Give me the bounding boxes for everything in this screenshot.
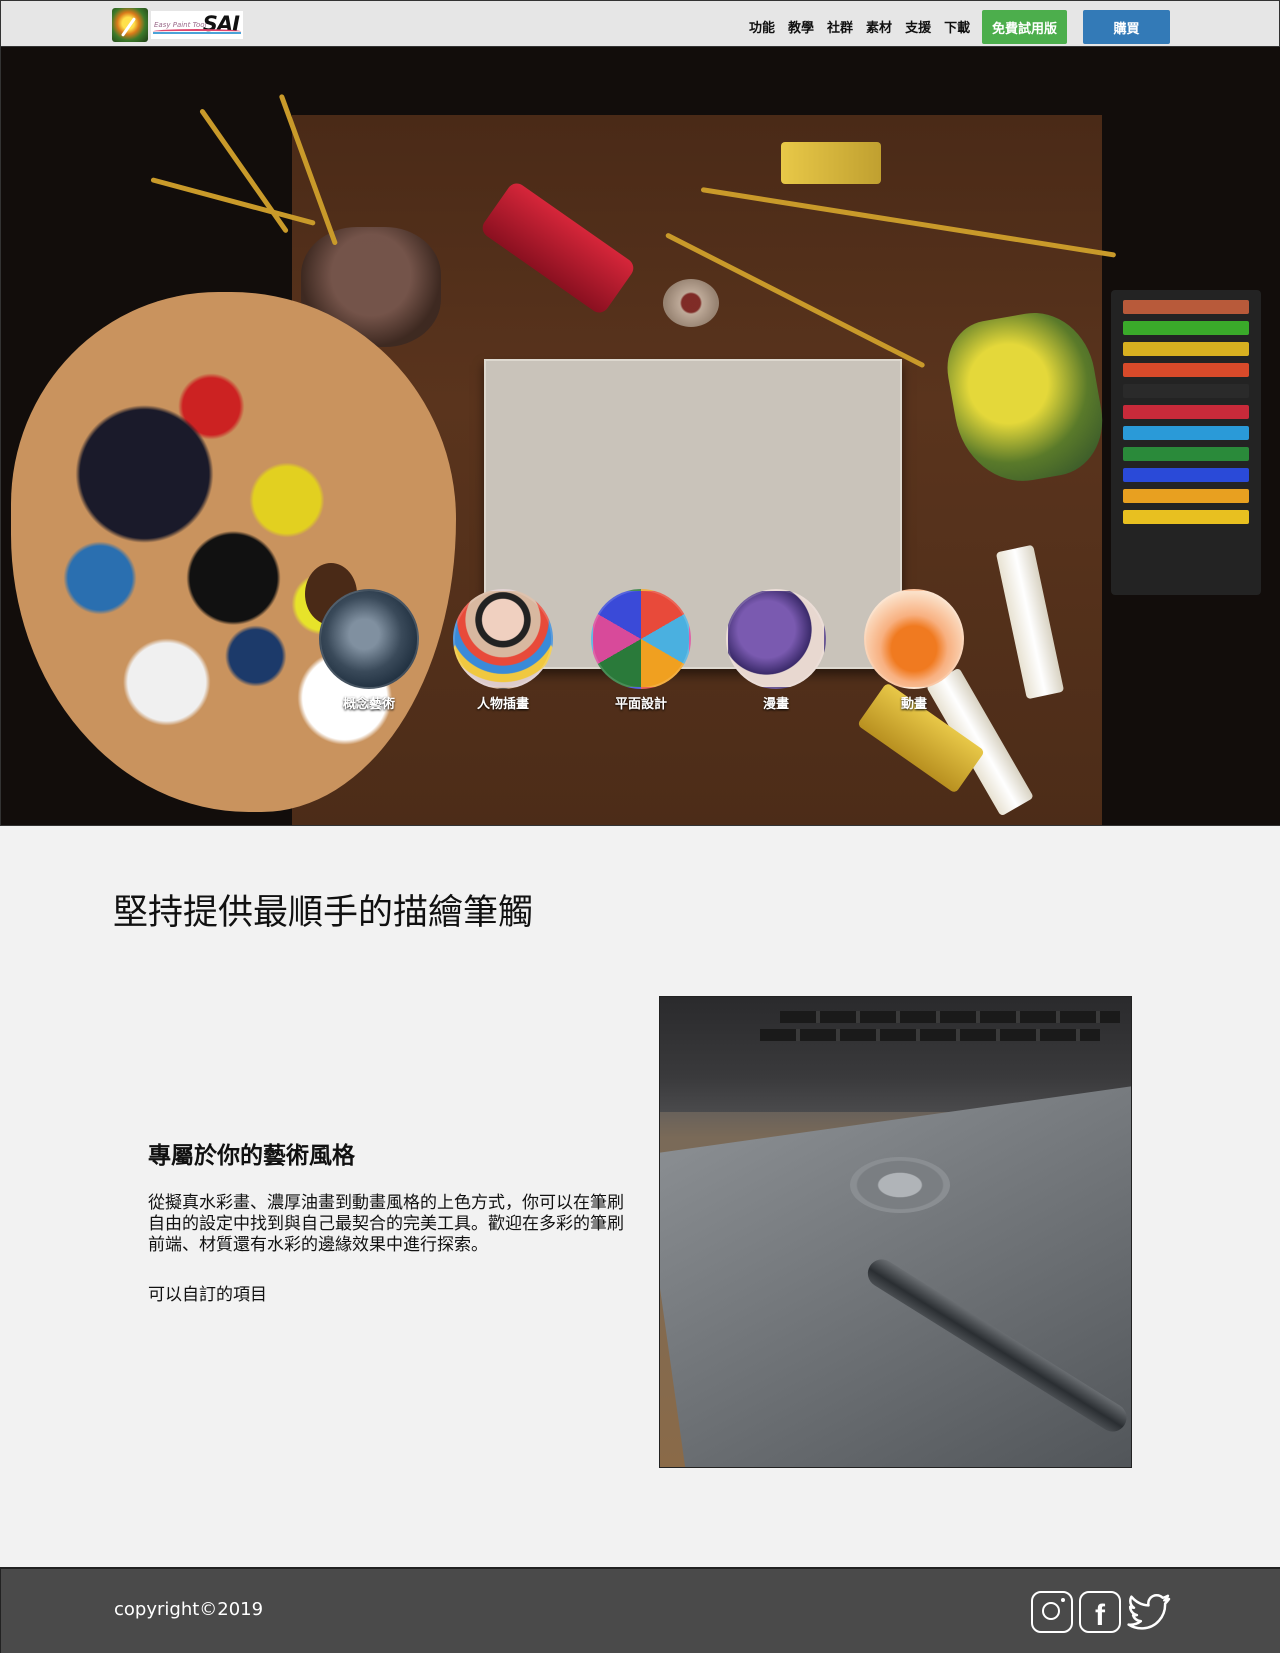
section-title: 堅持提供最順手的描繪筆觸 <box>113 893 534 933</box>
hero-banner: 概念藝術 人物插畫 平面設計 漫畫 動畫 <box>0 47 1280 826</box>
instagram-icon[interactable] <box>1031 1591 1073 1633</box>
category-thumbnail <box>726 589 826 689</box>
nav-item-community[interactable]: 社群 <box>827 17 853 36</box>
buy-button[interactable]: 購買 <box>1083 10 1170 44</box>
pastel-box <box>1111 290 1261 595</box>
category-label: 概念藝術 <box>342 697 395 712</box>
pastel <box>1123 321 1249 335</box>
pastel <box>1123 510 1249 524</box>
twitter-bird-shape <box>1127 1593 1171 1630</box>
logo-subtitle: Easy Paint Tool <box>154 21 207 29</box>
pastel <box>1123 342 1249 356</box>
category-thumbnail <box>591 589 691 689</box>
laptop-image <box>660 997 1131 1112</box>
category-label: 平面設計 <box>614 697 667 712</box>
category-thumbnail <box>864 589 964 689</box>
site-header: Easy Paint Tool SAI 功能 教學 社群 素材 支援 下載 免費… <box>0 0 1280 47</box>
category-character-illustration[interactable]: 人物插畫 <box>451 589 555 712</box>
drawing-tablet-photo <box>659 996 1132 1468</box>
pastel <box>1123 405 1249 419</box>
category-thumbnail <box>453 589 553 689</box>
paint-cup <box>663 279 719 327</box>
nav-item-download[interactable]: 下載 <box>944 17 970 36</box>
pastel <box>1123 426 1249 440</box>
category-thumbnail <box>319 589 419 689</box>
main-nav: 功能 教學 社群 素材 支援 下載 <box>749 17 983 36</box>
pastel <box>1123 384 1249 398</box>
category-label: 人物插畫 <box>476 697 529 712</box>
yellow-paint-tube-small <box>781 142 881 184</box>
logo-swoosh <box>153 29 241 34</box>
logo-icon <box>112 8 148 42</box>
nav-item-tutorials[interactable]: 教學 <box>788 17 814 36</box>
nav-item-materials[interactable]: 素材 <box>866 17 892 36</box>
customizable-items-link[interactable]: 可以自訂的項目 <box>148 1280 267 1305</box>
pastel <box>1123 300 1249 314</box>
pastel <box>1123 447 1249 461</box>
free-trial-button[interactable]: 免費試用版 <box>982 10 1067 44</box>
facebook-icon[interactable]: f <box>1079 1591 1121 1633</box>
feature-title: 專屬於你的藝術風格 <box>148 1143 355 1169</box>
keyboard-row <box>780 1011 1120 1023</box>
paint-palette <box>11 292 456 812</box>
sai-logo[interactable]: Easy Paint Tool SAI <box>112 8 243 42</box>
nav-item-features[interactable]: 功能 <box>749 17 775 36</box>
category-comic[interactable]: 漫畫 <box>724 589 828 712</box>
category-animation[interactable]: 動畫 <box>862 589 966 712</box>
logo-wordmark: Easy Paint Tool SAI <box>151 11 243 39</box>
nav-item-support[interactable]: 支援 <box>905 17 931 36</box>
copyright-text: copyright©2019 <box>114 1599 264 1620</box>
category-label: 動畫 <box>900 697 927 712</box>
pastel <box>1123 489 1249 503</box>
category-list: 概念藝術 人物插畫 平面設計 漫畫 動畫 <box>317 589 967 712</box>
pastel <box>1123 468 1249 482</box>
keyboard-row <box>760 1029 1100 1041</box>
pastel <box>1123 363 1249 377</box>
feature-description: 從擬真水彩畫、濃厚油畫到動畫風格的上色方式，你可以在筆刷自由的設定中找到與自己最… <box>148 1193 624 1255</box>
category-graphic-design[interactable]: 平面設計 <box>589 589 693 712</box>
tablet-dial <box>850 1157 950 1213</box>
site-footer: copyright©2019 f <box>0 1567 1280 1653</box>
twitter-icon[interactable] <box>1127 1591 1173 1633</box>
social-links: f <box>1031 1591 1173 1633</box>
category-concept-art[interactable]: 概念藝術 <box>317 589 421 712</box>
category-label: 漫畫 <box>762 697 789 712</box>
